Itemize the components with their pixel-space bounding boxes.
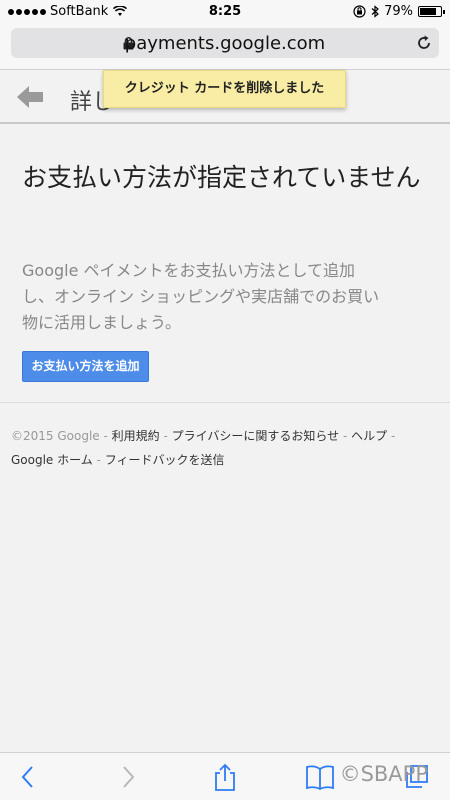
- address-bar[interactable]: payments.google.com: [11, 28, 439, 58]
- battery-percent: 79%: [384, 4, 413, 19]
- status-bar: SoftBank 8:25 79%: [0, 0, 450, 24]
- browser-address-area: payments.google.com: [0, 24, 450, 70]
- terms-link[interactable]: 利用規約: [112, 429, 160, 443]
- footer: ©2015 Google - 利用規約 - プライバシーに関するお知らせ - ヘ…: [11, 424, 431, 472]
- separator: -: [159, 429, 172, 443]
- divider: [0, 402, 450, 403]
- notification-toast: クレジット カードを削除しました: [103, 70, 346, 108]
- battery-level: [420, 8, 436, 15]
- page-description: Google ペイメントをお支払い方法として追加し、オンライン ショッピングや実…: [22, 261, 380, 332]
- bluetooth-icon: [371, 5, 380, 18]
- help-link[interactable]: ヘルプ: [351, 429, 387, 443]
- copyright: ©2015 Google: [11, 429, 100, 443]
- separator: -: [339, 429, 352, 443]
- reload-icon[interactable]: [415, 34, 433, 52]
- separator: -: [92, 453, 105, 467]
- url-text: payments.google.com: [124, 33, 326, 54]
- separator: -: [99, 429, 112, 443]
- add-payment-method-button[interactable]: お支払い方法を追加: [22, 351, 149, 382]
- google-home-link[interactable]: Google ホーム: [11, 453, 93, 467]
- forward-icon[interactable]: [114, 763, 142, 791]
- orientation-lock-icon: [353, 5, 366, 18]
- privacy-link[interactable]: プライバシーに関するお知らせ: [172, 429, 340, 443]
- watermark: ©SBAPP: [339, 762, 428, 786]
- separator: -: [387, 429, 396, 443]
- bookmarks-icon[interactable]: [305, 763, 335, 791]
- page-title: お支払い方法が指定されていません: [22, 163, 421, 192]
- battery-icon: [418, 6, 445, 17]
- feedback-link[interactable]: フィードバックを送信: [105, 453, 225, 467]
- back-arrow-icon[interactable]: [16, 84, 44, 110]
- back-icon[interactable]: [14, 763, 42, 791]
- share-icon[interactable]: [211, 763, 239, 791]
- status-right: 79%: [353, 4, 445, 19]
